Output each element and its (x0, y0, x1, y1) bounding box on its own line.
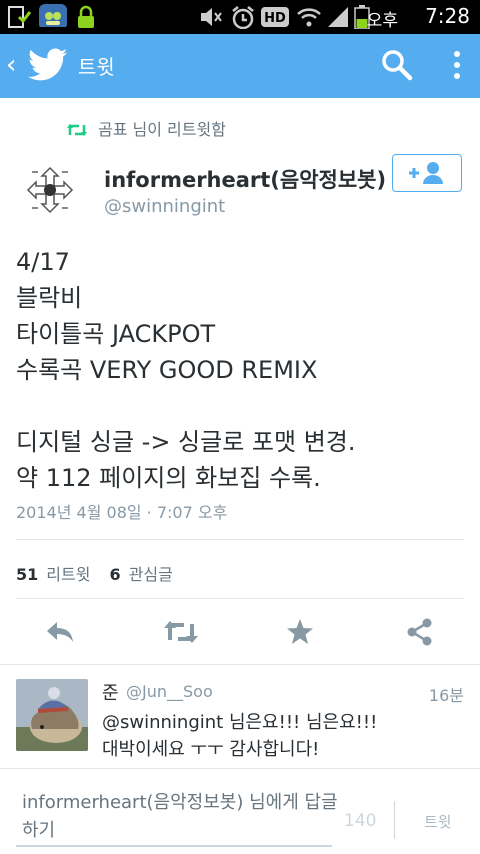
tweet-date: 2014년 4월 08일 · 7:07 오후 (16, 503, 228, 522)
author-handle[interactable]: @swinningint (104, 196, 225, 217)
follow-button[interactable] (392, 154, 462, 192)
reply-tweet[interactable]: 준 @Jun__Soo 16분 @swinningint 님은요!!! 님은요!… (0, 664, 480, 767)
twitter-bird-icon[interactable] (28, 48, 68, 82)
svg-text:HD: HD (264, 11, 286, 26)
reply-time: 16분 (428, 686, 464, 705)
add-user-icon (409, 162, 443, 184)
hd-icon: HD (261, 7, 289, 27)
status-ampm: 오후 (366, 11, 398, 31)
divider (16, 539, 464, 540)
tweet-stats: 51 리트윗 6 관심글 (16, 561, 173, 585)
divider (16, 598, 464, 599)
page-title: 트윗 (78, 55, 115, 79)
signal-icon (328, 7, 348, 27)
status-time: 7:28 (425, 4, 470, 28)
mute-icon (201, 8, 222, 26)
star-icon[interactable] (286, 618, 314, 646)
retweet-context-text: 곰표 님이 리트윗함 (98, 120, 226, 139)
composer-divider (394, 801, 395, 839)
chevron-left-icon[interactable]: ‹ (6, 52, 16, 78)
share-icon[interactable] (406, 618, 434, 646)
retweet-count[interactable]: 51 (16, 565, 38, 584)
reply-input-underline (16, 845, 332, 847)
retweet-icon[interactable] (162, 618, 200, 646)
favorite-count-label[interactable]: 관심글 (129, 565, 173, 584)
avatar[interactable] (20, 160, 80, 220)
retweet-icon (67, 124, 87, 136)
tweet-text: 4/17 블락비 타이틀곡 JACKPOT 수록곡 VERY GOOD REMI… (16, 248, 356, 492)
reply-text: @swinningint 님은요!!! 님은요!!! 대박이세요 ㅜㅜ 감사합니… (102, 712, 378, 760)
sim-card-icon (8, 6, 32, 28)
alarm-icon (232, 6, 254, 29)
more-vert-icon[interactable] (450, 48, 464, 82)
reply-icon[interactable] (44, 618, 76, 646)
reply-author-name[interactable]: 준 (102, 679, 119, 705)
wifi-icon (297, 8, 321, 27)
status-bar: HD 오후 7:28 (0, 0, 480, 34)
reply-input[interactable]: informerheart(음악정보봇) 님에게 답글하기 (22, 789, 342, 845)
lock-icon (78, 5, 94, 28)
app-header: ‹ 트윗 (0, 34, 480, 98)
reply-author-handle[interactable]: @Jun__Soo (126, 682, 213, 701)
retweet-count-label[interactable]: 리트윗 (46, 565, 90, 584)
tweet-button[interactable]: 트윗 (424, 811, 452, 832)
app-notification-icon (39, 4, 67, 27)
author-name[interactable]: informerheart(음악정보봇) (104, 164, 386, 194)
search-icon[interactable] (380, 48, 414, 82)
char-counter: 140 (344, 811, 377, 831)
favorite-count[interactable]: 6 (110, 565, 121, 584)
reply-avatar[interactable] (16, 679, 88, 751)
reply-composer: informerheart(음악정보봇) 님에게 답글하기 140 트윗 (0, 768, 480, 854)
retweet-context: 곰표 님이 리트윗함 (66, 116, 226, 140)
